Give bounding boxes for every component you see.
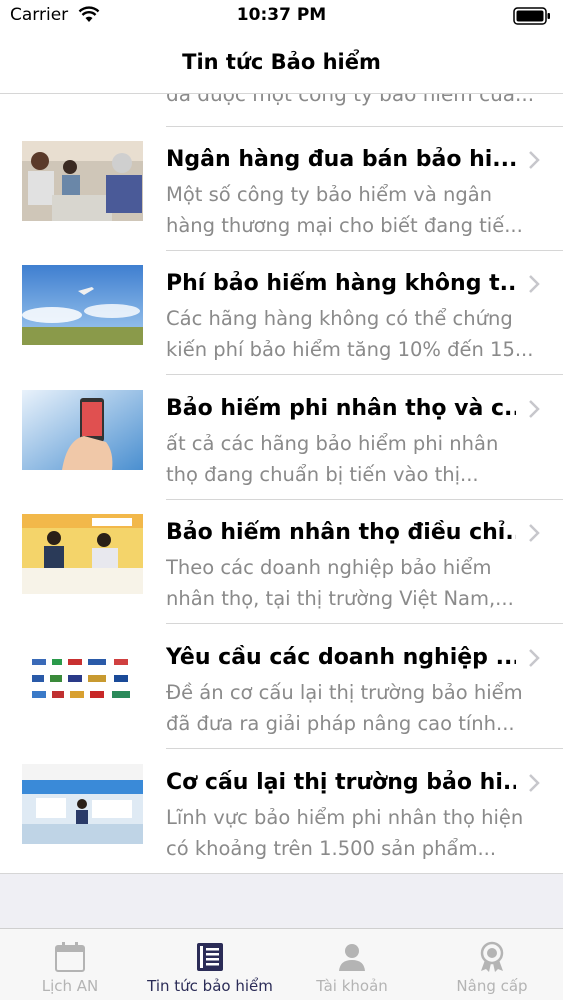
tab-label: Nâng cấp [456,977,528,995]
article-row[interactable]: Bảo hiểm phi nhân thọ và c... ất cả các … [0,376,563,500]
article-description-line: Đề án cơ cấu lại thị trường bảo hiểm [166,681,523,704]
tab-nang-cap[interactable]: Nâng cấp [422,929,562,1000]
article-description: ất cả các hãng bảo hiểm phi nhân thọ đan… [166,428,541,490]
chevron-right-icon [529,774,540,792]
article-row[interactable]: Ngân hàng đua bán bảo hi... Một số công … [0,127,563,251]
divider [166,623,563,624]
article-list[interactable]: đã được một công ty bảo hiểm của... Ngân… [0,94,563,874]
tab-label: Tài khoản [316,977,388,995]
article-description-line: nhân thọ, tại thị trường Việt Nam,... [166,587,514,610]
article-thumbnail [22,639,143,719]
article-description: Theo các doanh nghiệp bảo hiểm nhân thọ,… [166,552,541,614]
article-description: Một số công ty bảo hiểm và ngân hàng thư… [166,179,541,241]
article-title: Ngân hàng đua bán bảo hi... [166,147,516,172]
article-description-line: thọ đang chuẩn bị tiến vào thị... [166,463,479,486]
article-thumbnail [22,390,143,470]
battery-icon [513,7,550,25]
article-row[interactable]: Cơ cấu lại thị trường bảo hi... Lĩnh vực… [0,750,563,874]
article-description-line: Các hãng hàng không có thể chứng [166,307,513,330]
article-thumbnail [22,514,143,594]
news-icon [197,943,223,971]
chevron-right-icon [529,649,540,667]
tab-bar: Lịch AN Tin tức bảo hiểm Tài khoản Nâng … [0,928,563,1000]
award-icon [480,941,504,972]
list-footer-background [0,874,563,928]
article-description: Lĩnh vực bảo hiểm phi nhân thọ hiện có k… [166,802,541,864]
article-row[interactable]: Yêu cầu các doanh nghiệp ... Đề án cơ cấ… [0,625,563,749]
article-description: Các hãng hàng không có thể chứng kiến ph… [166,303,541,365]
chevron-right-icon [529,275,540,293]
divider [166,374,563,375]
tab-label: Lịch AN [41,977,99,995]
chevron-right-icon [529,151,540,169]
status-bar: Carrier 10:37 PM [0,0,563,32]
article-thumbnail [22,265,143,345]
article-title: Yêu cầu các doanh nghiệp ... [166,645,516,670]
page-title: Tin tức Bảo hiểm [182,50,381,74]
tab-tin-tuc-bao-hiem[interactable]: Tin tức bảo hiểm [140,929,280,1000]
article-description-line: ất cả các hãng bảo hiểm phi nhân [166,432,499,455]
tab-tai-khoan[interactable]: Tài khoản [282,929,422,1000]
calendar-icon [55,942,85,972]
person-icon [339,944,365,971]
article-description: Đề án cơ cấu lại thị trường bảo hiểm đã … [166,677,541,739]
article-description-line: có khoảng trên 1.500 sản phẩm... [166,837,497,860]
status-time: 10:37 PM [236,5,327,25]
chevron-right-icon [529,400,540,418]
article-thumbnail [22,141,143,221]
article-description-line: đã đưa ra giải pháp nâng cao tính... [166,712,515,735]
article-description-line: hàng thương mại cho biết đang tiế... [166,214,523,237]
article-description-line: kiến phí bảo hiểm tăng 10% đến 15... [166,338,534,361]
article-thumbnail [22,764,143,844]
partial-list-item-desc: đã được một công ty bảo hiểm của... [166,94,535,106]
navigation-bar: Tin tức Bảo hiểm [0,32,563,94]
article-title: Phí bảo hiểm hàng không t... [166,271,516,296]
article-title: Bảo hiểm nhân thọ điều chỉ... [166,520,516,545]
article-description-line: Lĩnh vực bảo hiểm phi nhân thọ hiện [166,806,524,829]
tab-lich-an[interactable]: Lịch AN [0,929,140,1000]
divider [166,748,563,749]
article-row[interactable]: Bảo hiểm nhân thọ điều chỉ... Theo các d… [0,500,563,624]
article-row[interactable]: Phí bảo hiểm hàng không t... Các hãng hà… [0,251,563,375]
tab-label: Tin tức bảo hiểm [147,977,273,995]
chevron-right-icon [529,524,540,542]
article-title: Bảo hiểm phi nhân thọ và c... [166,396,516,421]
article-description-line: Theo các doanh nghiệp bảo hiểm [166,556,492,579]
article-title: Cơ cấu lại thị trường bảo hi... [166,770,516,795]
article-description-line: Một số công ty bảo hiểm và ngân [166,183,493,206]
